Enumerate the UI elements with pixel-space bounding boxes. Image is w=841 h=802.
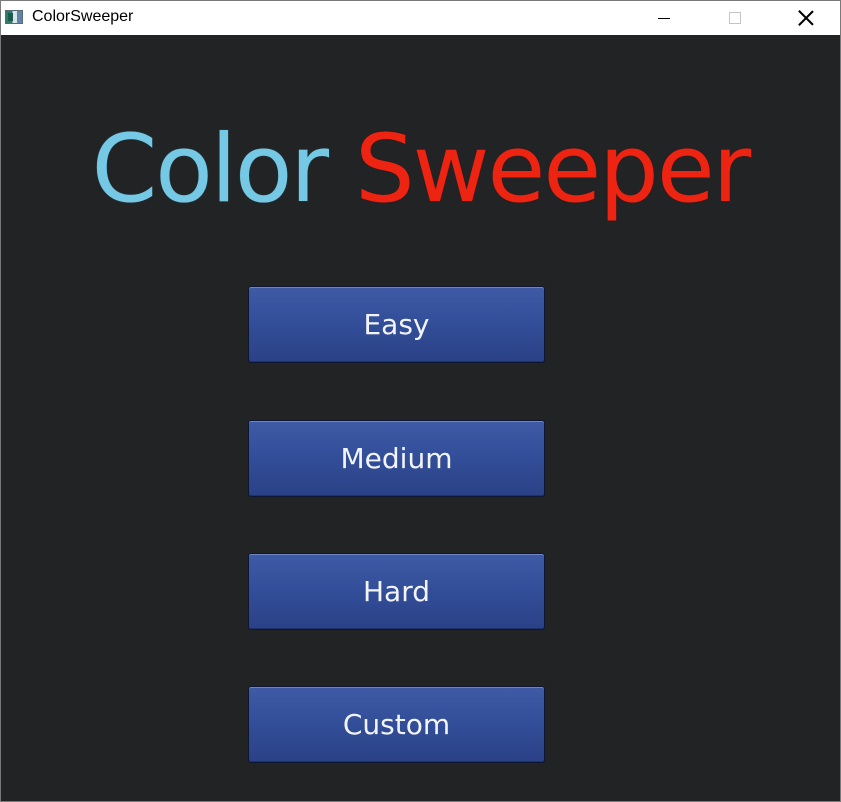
title-bar[interactable]: ColorSweeper — [1, 1, 840, 35]
title-word-color: Color — [91, 115, 329, 224]
maximize-icon — [729, 12, 741, 24]
maximize-button[interactable] — [712, 1, 758, 35]
hard-button[interactable]: Hard — [248, 553, 545, 630]
game-title: Color Sweeper — [1, 115, 840, 225]
close-icon — [798, 10, 814, 26]
title-word-sweeper: Sweeper — [354, 115, 751, 224]
window-title: ColorSweeper — [32, 8, 134, 25]
medium-button[interactable]: Medium — [248, 420, 545, 497]
easy-button[interactable]: Easy — [248, 286, 545, 363]
minimize-button[interactable] — [641, 1, 687, 35]
minimize-icon — [658, 17, 670, 19]
app-window: ColorSweeper Color Sweeper Easy Medium H… — [0, 0, 841, 802]
main-menu: Color Sweeper Easy Medium Hard Custom — [1, 35, 840, 801]
app-icon — [5, 10, 23, 24]
close-button[interactable] — [783, 1, 829, 35]
custom-button[interactable]: Custom — [248, 686, 545, 763]
